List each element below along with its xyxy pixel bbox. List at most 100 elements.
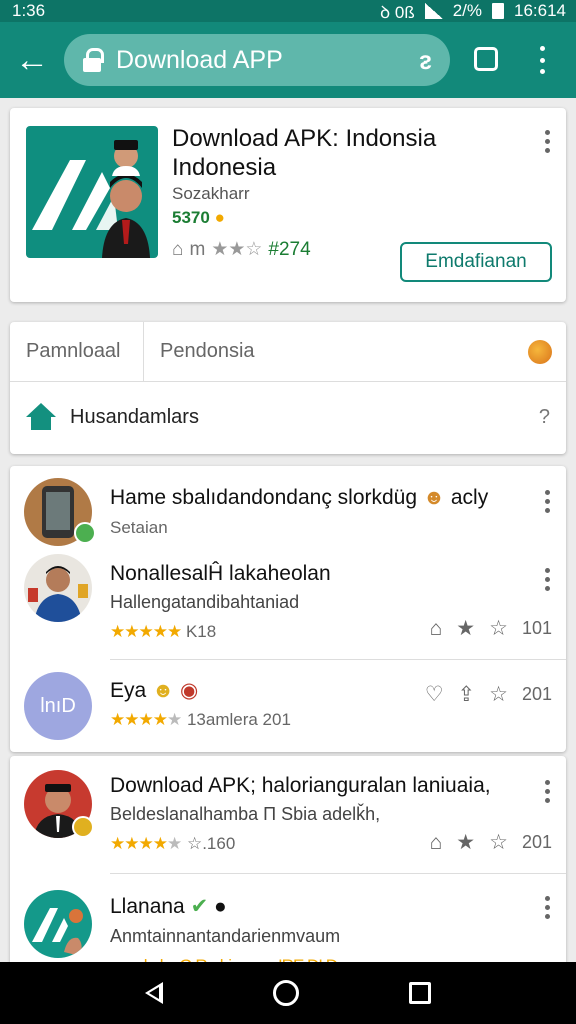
item-count: 201 <box>521 832 552 852</box>
tabs-switcher-icon[interactable] <box>474 47 498 71</box>
home-label: Husandamlars <box>70 405 199 428</box>
item-subtitle: Hallengatandibahtaniad <box>110 592 300 612</box>
item-rating-text: K18 <box>185 622 217 641</box>
fire-icon[interactable] <box>528 340 552 364</box>
rating-count: #274 <box>268 238 311 260</box>
item-actions: ♡ ⇪ ☆ 201 <box>425 682 552 707</box>
item-actions: ⌂ ★ ☆ 201 <box>430 830 552 855</box>
app-rating: ⌂ m ★★☆ #274 <box>172 238 311 261</box>
star-outline-icon[interactable]: ☆ <box>489 616 508 641</box>
list-item[interactable]: Download APK; halorianguralan laniuaia, … <box>10 756 566 874</box>
item-avatar <box>24 890 92 958</box>
url-text: Download APP <box>116 45 283 74</box>
status-bar: 1:36 ꝺ 0ß 2/% 16:614 <box>0 0 576 22</box>
item-actions: ⌂ ★ ☆ 101 <box>430 616 552 641</box>
home-outline-icon[interactable]: ⌂ <box>430 831 443 855</box>
nav-home-icon[interactable] <box>273 980 299 1006</box>
list-item[interactable]: Llanana ✔ ● Anmtainnantandarienmvaum ıma… <box>10 874 566 976</box>
share-icon[interactable]: ⇪ <box>458 682 476 707</box>
battery-percent: 2/% <box>452 1 482 20</box>
tab-download[interactable]: Pamnloaal <box>10 321 144 382</box>
home-outline-icon[interactable]: ⌂ <box>430 617 443 641</box>
item-subtitle: Beldeslanalhamba Π Sbia adelǩh, <box>110 804 381 824</box>
verified-badge-icon <box>72 816 94 838</box>
app-price: 5370 ● <box>172 208 225 228</box>
signal-icon <box>424 3 443 19</box>
item-rating-text: 13amlera 201 <box>186 710 291 729</box>
app-title: Download APK: Indonsia Indonesia <box>172 125 437 181</box>
item-title-text: Llanana <box>110 895 185 918</box>
tab-row: Pamnloaal Pendonsia <box>10 321 566 382</box>
url-bar[interactable]: Download APP ᴤ <box>64 34 450 86</box>
battery-icon <box>492 3 504 19</box>
item-title-suffix: acly <box>450 486 489 509</box>
item-avatar <box>24 554 92 622</box>
overflow-menu-icon[interactable] <box>528 44 556 76</box>
verified-badge-icon <box>74 522 96 544</box>
item-title: Eya ☻ ◉ <box>110 678 198 703</box>
app-price-value: 5370 <box>172 208 210 227</box>
lock-icon <box>82 48 104 72</box>
item-title: NonallesalĤ lakaheolan <box>110 562 331 585</box>
item-subtitle: Anmtainnantandarienmvaum <box>110 926 341 946</box>
browser-toolbar: ← Download APP ᴤ <box>0 22 576 98</box>
star-rating-icon: ★★★★ <box>110 710 168 729</box>
item-avatar: lnıD <box>24 672 92 740</box>
tabs-card: Pamnloaal Pendonsia Husandamlars ? <box>10 321 566 454</box>
item-title: Download APK; halorianguralan laniuaia, <box>110 774 491 797</box>
item-rating-text: ☆.160 <box>186 834 236 853</box>
item-more-icon[interactable] <box>545 568 550 591</box>
status-icons: ꝺ 0ß <box>379 2 415 22</box>
item-rating: ★★★★★ 13amlera 201 <box>110 710 291 729</box>
app-icon[interactable] <box>26 126 158 258</box>
item-title: Llanana ✔ ● <box>110 894 227 919</box>
back-arrow-icon[interactable]: ← <box>0 22 64 98</box>
list-item[interactable]: NonallesalĤ lakaheolan Hallengatandibaht… <box>10 550 566 660</box>
status-clock: 16:614 <box>514 1 566 20</box>
coin-icon: ● <box>214 208 225 227</box>
item-title-text: Hame sbalıdandondanç slorkdüg <box>110 486 418 509</box>
item-title: Hame sbalıdandondanç slorkdüg ☻ acly <box>110 486 488 510</box>
search-icon[interactable]: ᴤ <box>419 45 432 76</box>
item-title-text: Eya <box>110 679 147 702</box>
star-rating-icon: ★★★★★ <box>110 622 182 641</box>
star-outline-icon[interactable]: ☆ <box>489 830 508 855</box>
install-button[interactable]: Emdafianan <box>400 242 552 282</box>
list-card-1: Hame sbalıdandondanç slorkdüg ☻ acly Set… <box>10 466 566 752</box>
item-more-icon[interactable] <box>545 490 550 513</box>
app-developer[interactable]: Sozakharr <box>172 184 249 204</box>
help-icon[interactable]: ? <box>539 406 550 429</box>
item-subtitle: Setaian <box>110 518 168 537</box>
star-outline-icon[interactable]: ☆ <box>489 682 508 707</box>
item-more-icon[interactable] <box>545 896 550 919</box>
emoji-icon: ☻ <box>422 486 445 509</box>
status-indicators: ꝺ 0ß 2/% 16:614 <box>380 0 566 23</box>
item-rating: ★★★★★ K18 <box>110 622 216 642</box>
tab-indonesia[interactable]: Pendonsia <box>144 322 271 382</box>
nav-recents-icon[interactable] <box>409 982 431 1004</box>
nav-back-icon[interactable] <box>145 982 163 1004</box>
item-count: 101 <box>521 618 552 638</box>
rating-stars: ★★☆ <box>211 239 263 260</box>
star-filled-icon[interactable]: ★ <box>456 830 475 855</box>
star-rating-icon: ★★★★ <box>110 834 168 853</box>
emoji-icon: ☻ <box>152 679 175 702</box>
app-more-icon[interactable] <box>545 130 550 153</box>
app-card: Download APK: Indonsia Indonesia Sozakha… <box>10 108 566 302</box>
star-filled-icon[interactable]: ★ <box>456 616 475 641</box>
item-count: 201 <box>521 684 552 704</box>
list-item[interactable]: Hame sbalıdandondanç slorkdüg ☻ acly Set… <box>10 466 566 550</box>
navigation-bar <box>0 962 576 1024</box>
home-row[interactable]: Husandamlars ? <box>10 383 566 451</box>
home-outline-icon: ⌂ <box>172 238 184 260</box>
heart-icon[interactable]: ♡ <box>425 682 444 707</box>
list-item[interactable]: lnıD Eya ☻ ◉ ★★★★★ 13amlera 201 ♡ ⇪ ☆ 20… <box>10 660 566 752</box>
item-more-icon[interactable] <box>545 780 550 803</box>
check-badge-icon: ✔ <box>190 895 209 918</box>
rating-label: m <box>189 238 206 260</box>
emoji-icon: ◉ <box>179 679 199 702</box>
home-icon <box>26 403 56 431</box>
status-time: 1:36 <box>12 1 46 20</box>
avatar-mini-icon: ● <box>214 895 227 918</box>
item-rating: ★★★★★ ☆.160 <box>110 834 236 853</box>
